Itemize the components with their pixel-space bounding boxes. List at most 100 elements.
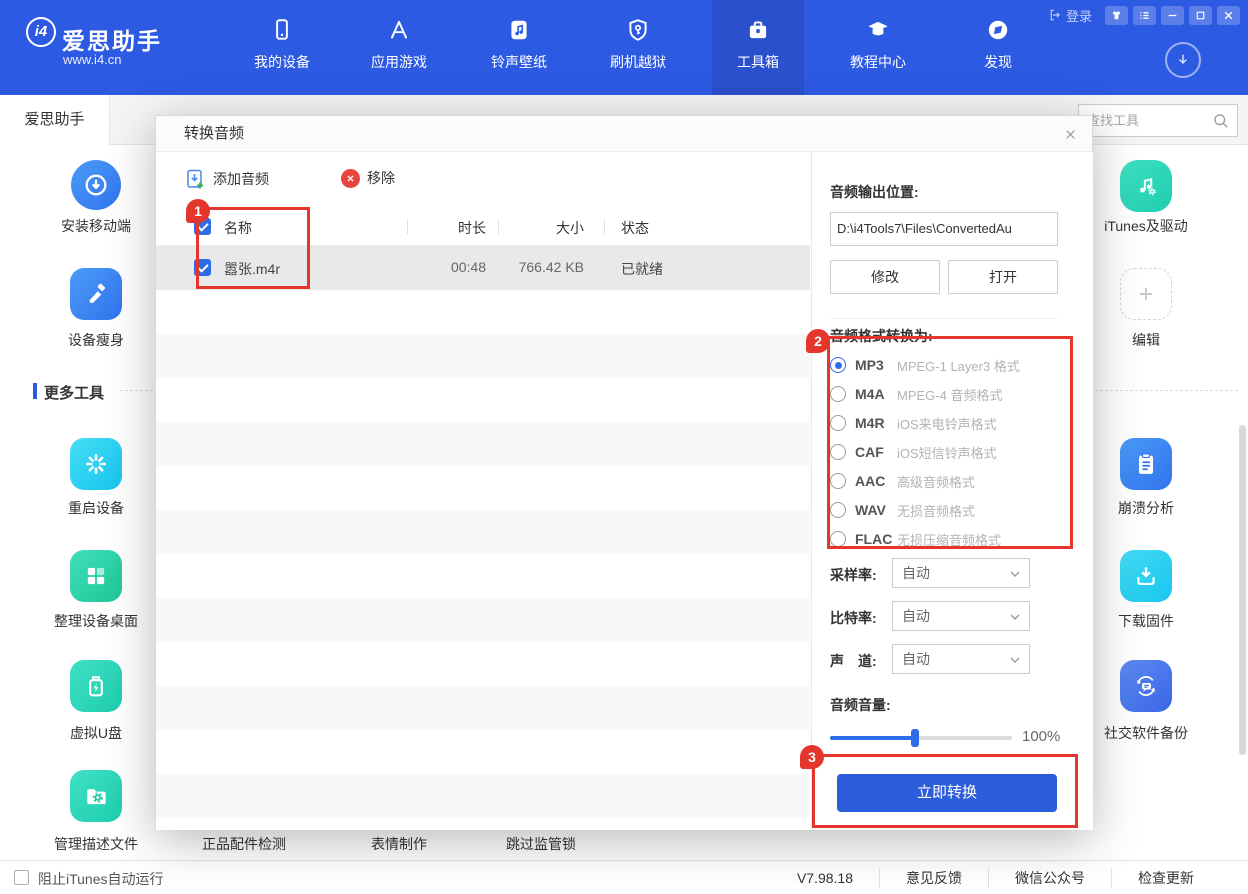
minimize-button[interactable] <box>1161 6 1184 25</box>
nav-ringtones-wallpapers[interactable]: 铃声壁纸 <box>473 0 565 95</box>
nav-discover[interactable]: 发现 <box>952 0 1044 95</box>
channel-select[interactable]: 自动 <box>892 644 1030 674</box>
wechat-link[interactable]: 微信公众号 <box>988 868 1111 888</box>
dialog-close-button[interactable] <box>1060 124 1080 144</box>
nav-flash-jailbreak[interactable]: 刷机越狱 <box>592 0 684 95</box>
status-bar: 阻止iTunes自动运行 V7.98.18 意见反馈 微信公众号 检查更新 <box>0 860 1248 894</box>
download-manager-button[interactable] <box>1165 42 1201 78</box>
dialog-titlebar: 转换音频 <box>156 116 1092 152</box>
block-itunes-label[interactable]: 阻止iTunes自动运行 <box>38 869 164 889</box>
row-checkbox[interactable] <box>194 259 211 276</box>
radio-option-aac[interactable]: AAC 高级音频格式 <box>830 469 1060 493</box>
tool-organize-desktop[interactable] <box>70 550 122 602</box>
cell-file-name: 嚣张.m4r <box>224 259 280 279</box>
radio-icon <box>830 502 846 518</box>
login-icon <box>1048 8 1062 22</box>
convert-now-button[interactable]: 立即转换 <box>837 774 1057 812</box>
appstore-icon <box>386 17 412 43</box>
shirt-icon <box>1110 9 1123 22</box>
column-separator <box>498 219 499 234</box>
feedback-link[interactable]: 意见反馈 <box>879 868 988 888</box>
output-path-field[interactable]: D:\i4Tools7\Files\ConvertedAu <box>830 212 1058 246</box>
nav-toolbox[interactable]: 工具箱 <box>712 0 804 95</box>
section-accent-bar <box>33 383 37 399</box>
nav-tutorial-center[interactable]: 教程中心 <box>832 0 924 95</box>
col-header-status[interactable]: 状态 <box>621 218 649 238</box>
radio-option-m4a[interactable]: M4A MPEG-4 音频格式 <box>830 382 1060 406</box>
bitrate-value: 自动 <box>902 608 930 624</box>
tool-label-skip-mdm: 跳过监管锁 <box>481 834 601 854</box>
convert-audio-dialog: 转换音频 添加音频 移除 名称 时长 大小 状态 嚣张.m4r 00:48 76… <box>155 115 1093 830</box>
tool-label-edit: 编辑 <box>1076 330 1216 350</box>
panel-divider <box>830 318 1058 319</box>
list-icon <box>1138 9 1151 22</box>
close-window-button[interactable] <box>1217 6 1240 25</box>
sample-rate-select[interactable]: 自动 <box>892 558 1030 588</box>
radio-icon <box>830 444 846 460</box>
dialog-settings-panel: 音频输出位置: D:\i4Tools7\Files\ConvertedAu 修改… <box>811 152 1093 830</box>
vertical-scrollbar[interactable] <box>1239 425 1246 755</box>
select-all-checkbox[interactable] <box>194 218 211 235</box>
cell-status: 已就绪 <box>621 259 663 279</box>
modify-button[interactable]: 修改 <box>830 260 940 294</box>
download-tray-icon <box>1132 562 1160 590</box>
col-header-duration[interactable]: 时长 <box>416 218 486 238</box>
radio-name: M4A <box>855 386 897 402</box>
nav-my-device[interactable]: 我的设备 <box>236 0 328 95</box>
radio-selected-icon <box>830 357 846 373</box>
nav-label: 铃声壁纸 <box>473 52 565 72</box>
tool-crash-analysis[interactable] <box>1120 438 1172 490</box>
radio-name: FLAC <box>855 531 897 547</box>
search-input[interactable] <box>1087 105 1207 136</box>
add-audio-button[interactable]: 添加音频 <box>184 168 269 190</box>
login-button[interactable]: 登录 <box>1048 6 1092 25</box>
brush-icon <box>82 280 110 308</box>
block-itunes-checkbox[interactable] <box>14 870 29 885</box>
toolbox-icon <box>745 17 771 43</box>
radio-option-m4r[interactable]: M4R iOS来电铃声格式 <box>830 411 1060 435</box>
radio-option-wav[interactable]: WAV 无损音频格式 <box>830 498 1060 522</box>
folder-gear-icon <box>82 782 110 810</box>
skin-button[interactable] <box>1105 6 1128 25</box>
nav-apps-games[interactable]: 应用游戏 <box>353 0 445 95</box>
radio-option-caf[interactable]: CAF iOS短信铃声格式 <box>830 440 1060 464</box>
volume-slider-handle[interactable] <box>911 729 919 747</box>
tool-search-box <box>1078 104 1238 137</box>
chevron-down-icon <box>1009 568 1021 580</box>
app-header: i4 爱思助手 www.i4.cn 我的设备 应用游戏 铃声壁纸 刷机越狱 工具… <box>0 0 1248 95</box>
col-header-name[interactable]: 名称 <box>224 218 252 238</box>
tab-i4-assistant[interactable]: 爱思助手 <box>0 95 110 145</box>
phone-icon <box>269 17 295 43</box>
add-audio-icon <box>184 168 206 190</box>
radio-option-mp3[interactable]: MP3 MPEG-1 Layer3 格式 <box>830 353 1060 377</box>
compass-icon <box>985 17 1011 43</box>
table-empty-area <box>156 290 810 830</box>
open-button[interactable]: 打开 <box>948 260 1058 294</box>
tool-virtual-usb[interactable] <box>70 660 122 712</box>
tool-social-backup[interactable] <box>1120 660 1172 712</box>
col-header-size[interactable]: 大小 <box>506 218 584 238</box>
table-row[interactable]: 嚣张.m4r 00:48 766.42 KB 已就绪 <box>156 246 810 290</box>
volume-slider[interactable] <box>830 736 1012 740</box>
radio-desc: iOS短信铃声格式 <box>897 443 997 462</box>
search-icon[interactable] <box>1211 111 1231 131</box>
remove-button[interactable]: 移除 <box>341 168 395 188</box>
tool-device-slim[interactable] <box>70 268 122 320</box>
check-update-link[interactable]: 检查更新 <box>1111 868 1220 888</box>
bitrate-select[interactable]: 自动 <box>892 601 1030 631</box>
radio-option-flac[interactable]: FLAC 无损压缩音频格式 <box>830 527 1060 551</box>
tool-label-manage-profiles: 管理描述文件 <box>26 834 166 854</box>
menu-button[interactable] <box>1133 6 1156 25</box>
section-more-tools: 更多工具 <box>44 382 104 403</box>
tool-download-firmware[interactable] <box>1120 550 1172 602</box>
tool-label-organize-desktop: 整理设备桌面 <box>26 611 166 631</box>
tool-label-device-slim: 设备瘦身 <box>26 330 166 350</box>
tool-manage-profiles[interactable] <box>70 770 122 822</box>
nav-label: 工具箱 <box>712 52 804 72</box>
tool-install-mobile[interactable] <box>71 160 121 210</box>
tool-restart-device[interactable] <box>70 438 122 490</box>
tool-itunes-driver[interactable] <box>1120 160 1172 212</box>
maximize-button[interactable] <box>1189 6 1212 25</box>
spinner-icon <box>82 450 110 478</box>
tool-edit[interactable] <box>1120 268 1172 320</box>
